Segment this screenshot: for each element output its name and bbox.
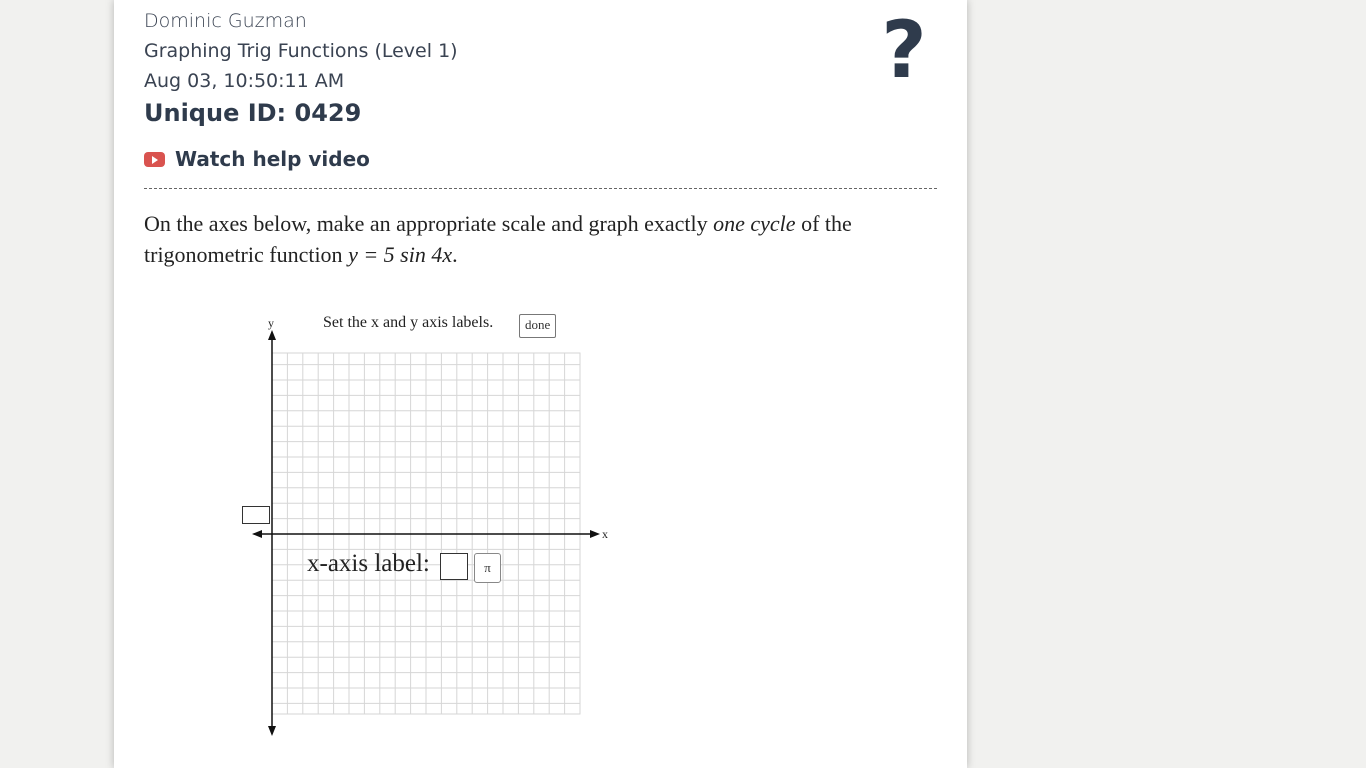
axis-label-instruction: Set the x and y axis labels. [323,314,494,331]
worksheet-page: Dominic Guzman Graphing Trig Functions (… [114,0,967,768]
pi-button[interactable]: π [474,553,501,583]
y-axis-arrow-up [268,330,276,340]
x-axis-arrow-right [590,530,600,538]
x-axis-label-prompt: x-axis label: [307,550,430,577]
y-axis-arrow-down [268,726,276,736]
x-axis-arrow-left [252,530,262,538]
x-axis-label-input[interactable] [440,553,468,580]
y-axis-label-input[interactable] [242,506,270,524]
y-axis-name: y [268,316,274,330]
x-axis-name: x [602,527,608,541]
graph-canvas[interactable]: y x [114,0,967,768]
done-button[interactable]: done [519,314,557,338]
